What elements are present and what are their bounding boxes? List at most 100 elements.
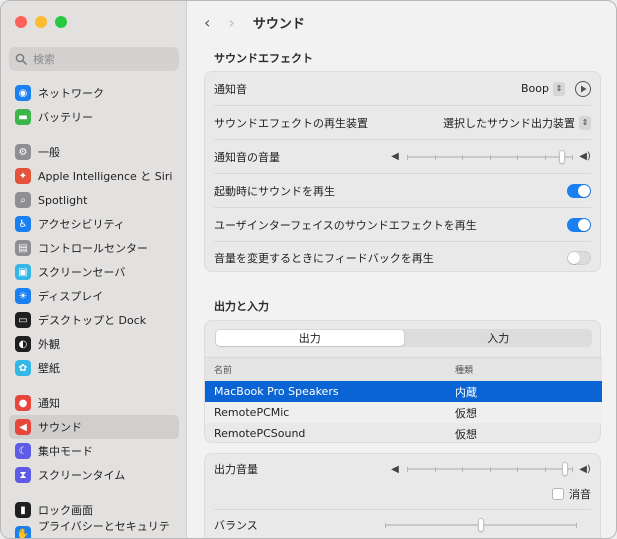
- sidebar-item[interactable]: ✦ Apple Intelligence と Siri: [9, 164, 179, 188]
- wallpaper-icon: ✿: [15, 360, 31, 376]
- balance-slider[interactable]: [385, 518, 577, 532]
- display-icon: ☀: [15, 288, 31, 304]
- sidebar-item[interactable]: ▬ バッテリー: [9, 105, 179, 129]
- table-row[interactable]: RemotePCMic 仮想: [205, 402, 602, 423]
- slider-tick: [517, 154, 518, 160]
- bell-icon: ●: [15, 395, 31, 411]
- slider-track[interactable]: [407, 149, 573, 164]
- slider-track[interactable]: [385, 518, 577, 532]
- slider-tick: [576, 523, 577, 528]
- appearance-icon: ◐: [15, 336, 31, 352]
- sidebar-item[interactable]: ⌕ Spotlight: [9, 188, 179, 212]
- sidebar-item[interactable]: ● 通知: [9, 391, 179, 415]
- tab-output[interactable]: 出力: [216, 330, 404, 346]
- speaker-icon: ◀: [15, 419, 31, 435]
- search-placeholder: 検索: [33, 53, 55, 66]
- chevron-updown-icon: ⇕: [553, 81, 565, 96]
- search-field[interactable]: 検索: [9, 47, 179, 71]
- sidebar-item-label: 外観: [38, 338, 60, 351]
- output-volume-label: 出力音量: [214, 463, 258, 476]
- output-input-card: 出力 入力 名前 種類 MacBook Pro Speakers 内蔵 Remo…: [204, 320, 602, 444]
- slider-tick: [490, 154, 491, 160]
- slider-knob[interactable]: [562, 462, 568, 476]
- mute-row: 消音: [205, 484, 600, 504]
- close-button[interactable]: [15, 16, 27, 28]
- device-type: 仮想: [455, 427, 477, 441]
- output-volume-card: 出力音量 ◀ ◀) 消音 バランス: [204, 453, 601, 538]
- alert-volume-slider[interactable]: ◀ ◀): [389, 149, 591, 164]
- slider-tick: [490, 467, 491, 472]
- output-volume-slider[interactable]: ◀ ◀): [389, 462, 591, 476]
- column-header-name[interactable]: 名前: [205, 363, 455, 376]
- alert-sound-popup[interactable]: Boop ⇕: [521, 80, 591, 97]
- sidebar-item-label: Spotlight: [38, 193, 88, 207]
- sidebar-item[interactable]: ✋ プライバシーとセキュリティ: [9, 520, 179, 538]
- main-pane: ‹ › サウンド サウンドエフェクト 通知音 Boop ⇕ サウンドエフェクトの…: [188, 1, 616, 538]
- sidebar: 検索 ◉ ネットワーク ▬ バッテリー ⚙ 一般 ✦ Apple Intelligence と…: [1, 1, 187, 538]
- ui-effects-toggle[interactable]: [567, 217, 591, 232]
- output-input-segmented: 出力 入力: [215, 329, 592, 347]
- play-output-value: 選択したサウンド出力装置: [443, 116, 575, 130]
- sidebar-item[interactable]: ▭ デスクトップと Dock: [9, 308, 179, 332]
- slider-tick: [435, 154, 436, 160]
- section-title-output-input: 出力と入力: [214, 300, 269, 313]
- output-volume-row: 出力音量 ◀ ◀): [205, 454, 600, 484]
- alert-sound-value: Boop: [521, 82, 549, 95]
- chevron-updown-icon: ⇕: [579, 115, 591, 130]
- play-output-popup[interactable]: 選択したサウンド出力装置 ⇕: [443, 115, 591, 131]
- tab-input[interactable]: 入力: [405, 329, 593, 347]
- startup-sound-label: 起動時にサウンドを再生: [214, 184, 335, 198]
- sidebar-item[interactable]: ⚙ 一般: [9, 140, 179, 164]
- sidebar-item[interactable]: ◉ ネットワーク: [9, 81, 179, 105]
- speaker-high-icon: ◀): [579, 151, 591, 162]
- slider-tick: [462, 467, 463, 472]
- sidebar-item[interactable]: ▤ コントロールセンター: [9, 236, 179, 260]
- column-header-type[interactable]: 種類: [455, 363, 602, 376]
- startup-sound-toggle[interactable]: [567, 183, 591, 198]
- sidebar-item-label: ロック画面: [38, 504, 93, 517]
- sidebar-item[interactable]: ☀ ディスプレイ: [9, 284, 179, 308]
- sidebar-item[interactable]: ⧗ スクリーンタイム: [9, 463, 179, 487]
- sidebar-item[interactable]: ▣ スクリーンセーバ: [9, 260, 179, 284]
- sidebar-item[interactable]: ✿ 壁紙: [9, 356, 179, 380]
- alert-volume-label: 通知音の音量: [214, 150, 280, 164]
- slider-knob[interactable]: [478, 518, 484, 532]
- sidebar-item[interactable]: ♿ アクセシビリティ: [9, 212, 179, 236]
- mute-label: 消音: [569, 488, 591, 501]
- spotlight-icon: ⌕: [15, 192, 31, 208]
- mute-checkbox[interactable]: 消音: [552, 486, 591, 502]
- slider-track[interactable]: [407, 462, 573, 476]
- settings-window: 検索 ◉ ネットワーク ▬ バッテリー ⚙ 一般 ✦ Apple Intelligence と…: [0, 0, 617, 539]
- zoom-button[interactable]: [55, 16, 67, 28]
- play-button[interactable]: [575, 80, 591, 97]
- back-button[interactable]: ‹: [204, 13, 210, 32]
- checkbox-box[interactable]: [552, 488, 564, 500]
- sidebar-item[interactable]: ◀ サウンド: [9, 415, 179, 439]
- speaker-low-icon: ◀: [391, 151, 399, 162]
- feedback-toggle[interactable]: [567, 250, 591, 265]
- dock-icon: ▭: [15, 312, 31, 328]
- slider-knob[interactable]: [559, 149, 565, 164]
- sidebar-item-label: コントロールセンター: [38, 242, 148, 255]
- balance-row: バランス: [205, 512, 600, 538]
- sidebar-item-label: ネットワーク: [38, 87, 104, 100]
- speaker-low-icon: ◀: [391, 463, 399, 475]
- sidebar-item-label: バッテリー: [38, 111, 93, 124]
- sidebar-item-label: Apple Intelligence と Siri: [38, 170, 173, 183]
- table-row[interactable]: RemotePCSound 仮想: [205, 423, 602, 444]
- sidebar-item-label: 壁紙: [38, 362, 60, 375]
- slider-tick: [407, 154, 408, 160]
- sidebar-item[interactable]: ◐ 外観: [9, 332, 179, 356]
- table-row[interactable]: MacBook Pro Speakers 内蔵: [205, 381, 602, 402]
- slider-tick: [572, 154, 573, 160]
- forward-button[interactable]: ›: [228, 13, 234, 32]
- sidebar-item-label: ディスプレイ: [38, 290, 104, 303]
- device-name: MacBook Pro Speakers: [214, 385, 339, 398]
- speaker-high-icon: ◀): [579, 463, 591, 475]
- sidebar-item[interactable]: ☾ 集中モード: [9, 439, 179, 463]
- slider-tick: [517, 467, 518, 472]
- sidebar-list: ◉ ネットワーク ▬ バッテリー ⚙ 一般 ✦ Apple Intelligence と Si…: [9, 81, 179, 538]
- sidebar-item-label: スクリーンタイム: [38, 469, 126, 482]
- sidebar-item-label: 通知: [38, 397, 60, 410]
- minimize-button[interactable]: [35, 16, 47, 28]
